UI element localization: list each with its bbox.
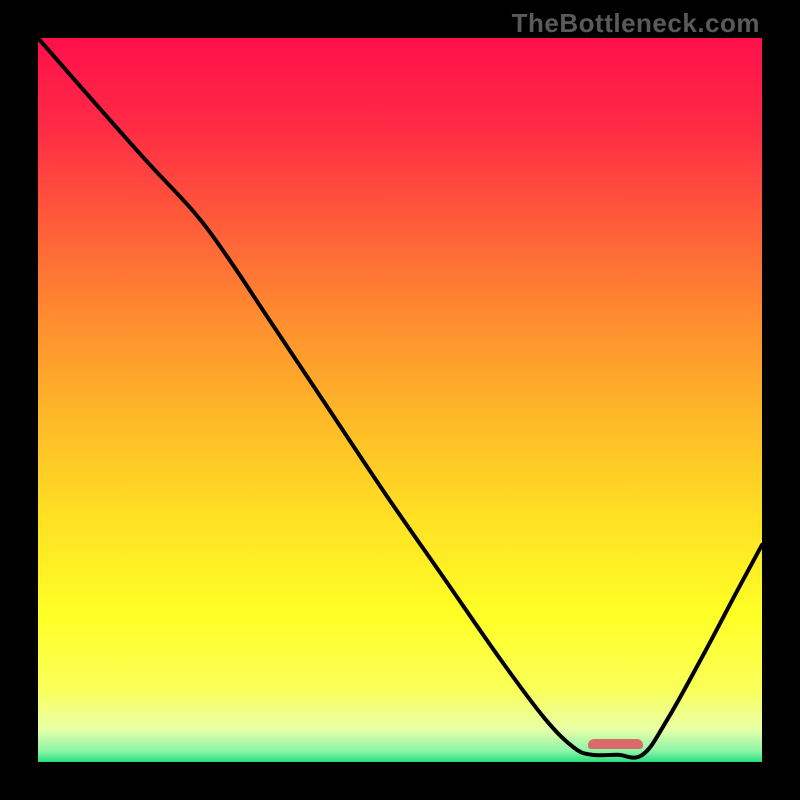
watermark-text: TheBottleneck.com [512, 8, 760, 39]
curve-layer [38, 38, 762, 762]
chart-frame: TheBottleneck.com [0, 0, 800, 800]
optimum-marker [588, 739, 642, 749]
bottleneck-curve [38, 38, 762, 758]
